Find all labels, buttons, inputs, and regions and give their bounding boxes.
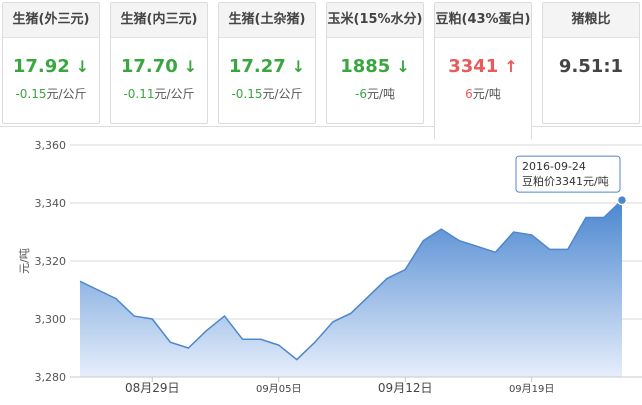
change-value: -6 xyxy=(354,87,367,101)
price-card-5[interactable]: 猪粮比 9.51:1 xyxy=(542,2,640,124)
card-price: 17.27 ↓ xyxy=(219,56,315,77)
change-value: -0.15 xyxy=(15,87,47,101)
series-area xyxy=(80,200,622,377)
arrow-down-icon: ↓ xyxy=(291,57,306,76)
x-tick-label: 09月12日 xyxy=(378,381,433,395)
y-tick-label: 3,340 xyxy=(35,197,67,210)
price-value: 17.70 xyxy=(120,56,178,77)
price-card-0[interactable]: 生猪(外三元) 17.92 ↓ -0.15元/公斤 xyxy=(2,2,100,124)
card-title: 生猪(外三元) xyxy=(3,3,99,38)
tooltip-date: 2016-09-24 xyxy=(522,160,586,173)
x-tick-label: 09月19日 xyxy=(509,383,554,395)
change-unit: 元/吨 xyxy=(366,87,395,101)
card-title: 玉米(15%水分) xyxy=(327,3,423,38)
card-price: 17.92 ↓ xyxy=(3,56,99,77)
card-title: 生猪(土杂猪) xyxy=(219,3,315,38)
price-chart[interactable]: 3,280 3,300 3,320 3,340 3,360 元/吨 08月29日 09月05日… xyxy=(0,126,642,400)
price-card-2[interactable]: 生猪(土杂猪) 17.27 ↓ -0.15元/公斤 xyxy=(218,2,316,124)
x-tick-label: 08月29日 xyxy=(125,381,180,395)
price-value: 17.27 xyxy=(228,56,286,77)
card-title: 生猪(内三元) xyxy=(111,3,207,38)
price-value: 17.92 xyxy=(12,56,70,77)
data-point-marker xyxy=(616,194,628,206)
arrow-down-icon: ↓ xyxy=(75,57,90,76)
card-title: 豆粕(43%蛋白) xyxy=(435,3,531,38)
card-price: 3341 ↑ xyxy=(435,56,531,77)
arrow-down-icon: ↓ xyxy=(183,57,198,76)
card-change: -0.15元/公斤 xyxy=(219,85,315,102)
card-change: 6元/吨 xyxy=(435,85,531,102)
price-value: 3341 xyxy=(448,56,499,77)
change-value: 6 xyxy=(465,87,473,101)
tooltip-value: 豆粕价3341元/吨 xyxy=(522,174,609,188)
chart-tooltip: 2016-09-24豆粕价3341元/吨 xyxy=(515,155,621,193)
y-tick-label: 3,280 xyxy=(35,371,67,384)
price-card-4[interactable]: 豆粕(43%蛋白) 3341 ↑ 6元/吨 xyxy=(434,2,532,140)
y-tick-label: 3,320 xyxy=(35,255,67,268)
card-price: 9.51:1 xyxy=(543,56,639,77)
change-unit: 元/吨 xyxy=(472,87,501,101)
price-value: 1885 xyxy=(340,56,391,77)
price-card-1[interactable]: 生猪(内三元) 17.70 ↓ -0.11元/公斤 xyxy=(110,2,208,124)
card-change: -6元/吨 xyxy=(327,85,423,102)
card-change: -0.15元/公斤 xyxy=(3,85,99,102)
arrow-up-icon: ↑ xyxy=(504,57,518,76)
change-unit: 元/公斤 xyxy=(262,87,303,101)
card-price: 17.70 ↓ xyxy=(111,56,207,77)
y-tick-label: 3,300 xyxy=(35,313,67,326)
y-axis-label: 元/吨 xyxy=(18,248,31,274)
y-tick-label: 3,360 xyxy=(35,139,67,152)
arrow-down-icon: ↓ xyxy=(396,57,410,76)
price-value: 9.51:1 xyxy=(558,56,624,77)
change-unit: 元/公斤 xyxy=(154,87,195,101)
change-value: -0.15 xyxy=(231,87,263,101)
change-unit: 元/公斤 xyxy=(46,87,87,101)
change-value: -0.11 xyxy=(123,87,155,101)
x-tick-label: 09月05日 xyxy=(256,383,301,395)
chart-svg: 3,280 3,300 3,320 3,340 3,360 元/吨 08月29日 09月05日… xyxy=(18,139,642,395)
card-price: 1885 ↓ xyxy=(327,56,423,77)
card-change: -0.11元/公斤 xyxy=(111,85,207,102)
price-card-3[interactable]: 玉米(15%水分) 1885 ↓ -6元/吨 xyxy=(326,2,424,124)
card-title: 猪粮比 xyxy=(543,3,639,38)
